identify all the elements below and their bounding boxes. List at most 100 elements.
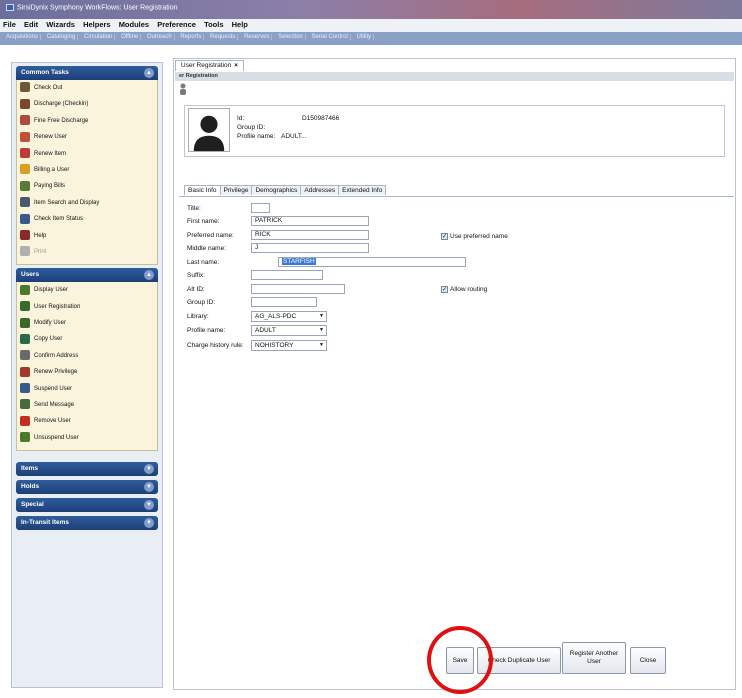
panel-users-header[interactable]: Users ▲ <box>16 268 158 283</box>
last-name-field[interactable]: STARFISH <box>278 257 466 267</box>
register-another-user-button[interactable]: Register Another User <box>562 642 626 674</box>
panel-special-header[interactable]: Special ▼ <box>16 498 158 513</box>
sidebar-item-check-item-status[interactable]: Check Item Status <box>19 213 155 229</box>
tab-user-registration[interactable]: User Registration × <box>175 60 245 71</box>
title-field[interactable] <box>251 203 270 213</box>
sidebar-item-user-registration[interactable]: User Registration <box>19 301 155 317</box>
panel-title: Common Tasks <box>21 69 69 76</box>
sidebar-item-help[interactable]: Help <box>19 229 155 246</box>
sidebar-item-fine-free-discharge[interactable]: Fine Free Discharge <box>19 115 155 131</box>
window-title: SirsiDynix Symphony WorkFlows: User Regi… <box>17 4 178 12</box>
module-reports[interactable]: Reports <box>178 34 205 40</box>
sidebar-item-label: Item Search and Display <box>34 199 100 206</box>
middle-name-field[interactable]: J <box>251 243 369 253</box>
sidebar-item-display-user[interactable]: Display User <box>19 284 155 300</box>
collapse-icon[interactable]: ▲ <box>144 68 154 78</box>
module-toolbar: Acquisitions Cataloging Circulation Offl… <box>0 32 742 45</box>
sidebar-item-confirm-address[interactable]: Confirm Address <box>19 350 155 366</box>
sidebar-item-check-out[interactable]: Check Out <box>19 82 155 98</box>
save-button[interactable]: Save <box>446 647 474 674</box>
preferred-name-field[interactable]: RICK <box>251 230 369 240</box>
sidebar-item-label: Unsuspend User <box>34 434 79 441</box>
group-id-field[interactable] <box>251 297 317 307</box>
module-outreach[interactable]: Outreach <box>144 34 175 40</box>
module-offline[interactable]: Offline <box>119 34 142 40</box>
module-reserves[interactable]: Reserves <box>242 34 273 40</box>
module-circulation[interactable]: Circulation <box>82 34 116 40</box>
alt-id-field[interactable] <box>251 284 345 294</box>
module-selection[interactable]: Selection <box>276 34 306 40</box>
sidebar-item-renew-item[interactable]: Renew Item <box>19 147 155 164</box>
panel-title: Special <box>21 501 44 509</box>
sidebar-item-discharge-checkin[interactable]: Discharge (Checkin) <box>19 98 155 114</box>
sidebar-item-item-search-and-display[interactable]: Item Search and Display <box>19 197 155 213</box>
menu-modules[interactable]: Modules <box>119 20 149 29</box>
sidebar-item-modify-user[interactable]: Modify User <box>19 317 155 333</box>
tab-demographics[interactable]: Demographics <box>251 185 302 195</box>
user-icon <box>180 83 186 95</box>
panel-holds-header[interactable]: Holds ▼ <box>16 480 158 495</box>
use-preferred-name-checkbox[interactable]: ✓ Use preferred name <box>441 233 508 240</box>
expand-icon[interactable]: ▼ <box>144 500 154 511</box>
menu-preference[interactable]: Preference <box>157 20 196 29</box>
sidebar-item-print[interactable]: Print <box>19 246 155 262</box>
sidebar-item-label: Renew Privilege <box>34 369 78 376</box>
menu-tools[interactable]: Tools <box>204 20 223 29</box>
panel-items-header[interactable]: Items ▼ <box>16 462 158 477</box>
check-duplicate-user-button[interactable]: Check Duplicate User <box>477 647 561 674</box>
last-name-selected-text: STARFISH <box>282 258 316 265</box>
sidebar-item-paying-bills[interactable]: Paying Bills <box>19 180 155 196</box>
module-cataloging[interactable]: Cataloging <box>44 34 79 40</box>
sidebar-item-suspend-user[interactable]: Suspend User <box>19 383 155 399</box>
sidebar-item-renew-privilege[interactable]: Renew Privilege <box>19 366 155 382</box>
task-icon <box>20 246 30 257</box>
module-serial-control[interactable]: Serial Control <box>309 34 351 40</box>
sidebar-item-copy-user[interactable]: Copy User <box>19 333 155 349</box>
profile-value: ADULT... <box>281 133 307 140</box>
library-select[interactable]: AG_ALS-PDC ▼ <box>251 311 327 322</box>
user-summary-box: Id: Group ID: Profile name: D150987466 A… <box>184 105 725 157</box>
suffix-label: Suffix: <box>187 272 205 279</box>
profile-name-form-label: Profile name: <box>187 327 226 334</box>
allow-routing-checkbox[interactable]: ✓ Allow routing <box>441 286 487 293</box>
tab-basic-info[interactable]: Basic Info <box>184 185 221 195</box>
sidebar-item-unsuspend-user[interactable]: Unsuspend User <box>19 432 155 448</box>
module-requests[interactable]: Requests <box>208 34 239 40</box>
sidebar-item-label: Suspend User <box>34 385 73 392</box>
menu-edit[interactable]: Edit <box>24 20 38 29</box>
collapse-icon[interactable]: ▲ <box>144 270 154 281</box>
menu-bar: File Edit Wizards Helpers Modules Prefer… <box>0 19 742 32</box>
sidebar-item-remove-user[interactable]: Remove User <box>19 415 155 431</box>
panel-in-transit-header[interactable]: In-Transit Items ▼ <box>16 516 158 531</box>
expand-icon[interactable]: ▼ <box>144 482 154 493</box>
tab-addresses[interactable]: Addresses <box>300 185 340 195</box>
menu-help[interactable]: Help <box>232 20 248 29</box>
expand-icon[interactable]: ▼ <box>144 464 154 475</box>
expand-icon[interactable]: ▼ <box>144 518 154 529</box>
close-button[interactable]: Close <box>630 647 666 674</box>
panel-common-tasks-header[interactable]: Common Tasks ▲ <box>16 66 158 80</box>
profile-name-select[interactable]: ADULT ▼ <box>251 325 327 336</box>
main-content: User Registration × er Registration Id: G… <box>173 58 736 690</box>
task-icon <box>20 301 30 312</box>
task-icon <box>20 82 30 93</box>
sidebar-item-billing-a-user[interactable]: Billing a User <box>19 164 155 180</box>
sidebar-item-label: Renew Item <box>34 150 67 157</box>
task-icon <box>20 366 30 377</box>
sidebar-item-send-message[interactable]: Send Message <box>19 399 155 415</box>
tab-extended-info[interactable]: Extended Info <box>338 185 387 195</box>
first-name-field[interactable]: PATRICK <box>251 216 369 226</box>
suffix-field[interactable] <box>251 270 323 280</box>
close-tab-icon[interactable]: × <box>234 62 238 69</box>
module-utility[interactable]: Utility <box>354 34 375 40</box>
dropdown-arrow-icon: ▼ <box>319 342 324 348</box>
tab-privilege[interactable]: Privilege <box>219 185 253 195</box>
menu-helpers[interactable]: Helpers <box>83 20 111 29</box>
module-acquisitions[interactable]: Acquisitions <box>4 34 42 40</box>
menu-wizards[interactable]: Wizards <box>46 20 75 29</box>
charge-history-select[interactable]: NOHISTORY ▼ <box>251 340 327 351</box>
menu-file[interactable]: File <box>3 20 16 29</box>
users-tasks-list: Display User User Registration Modify User… <box>16 282 158 452</box>
task-icon <box>20 229 30 240</box>
sidebar-item-renew-user[interactable]: Renew User <box>19 131 155 147</box>
